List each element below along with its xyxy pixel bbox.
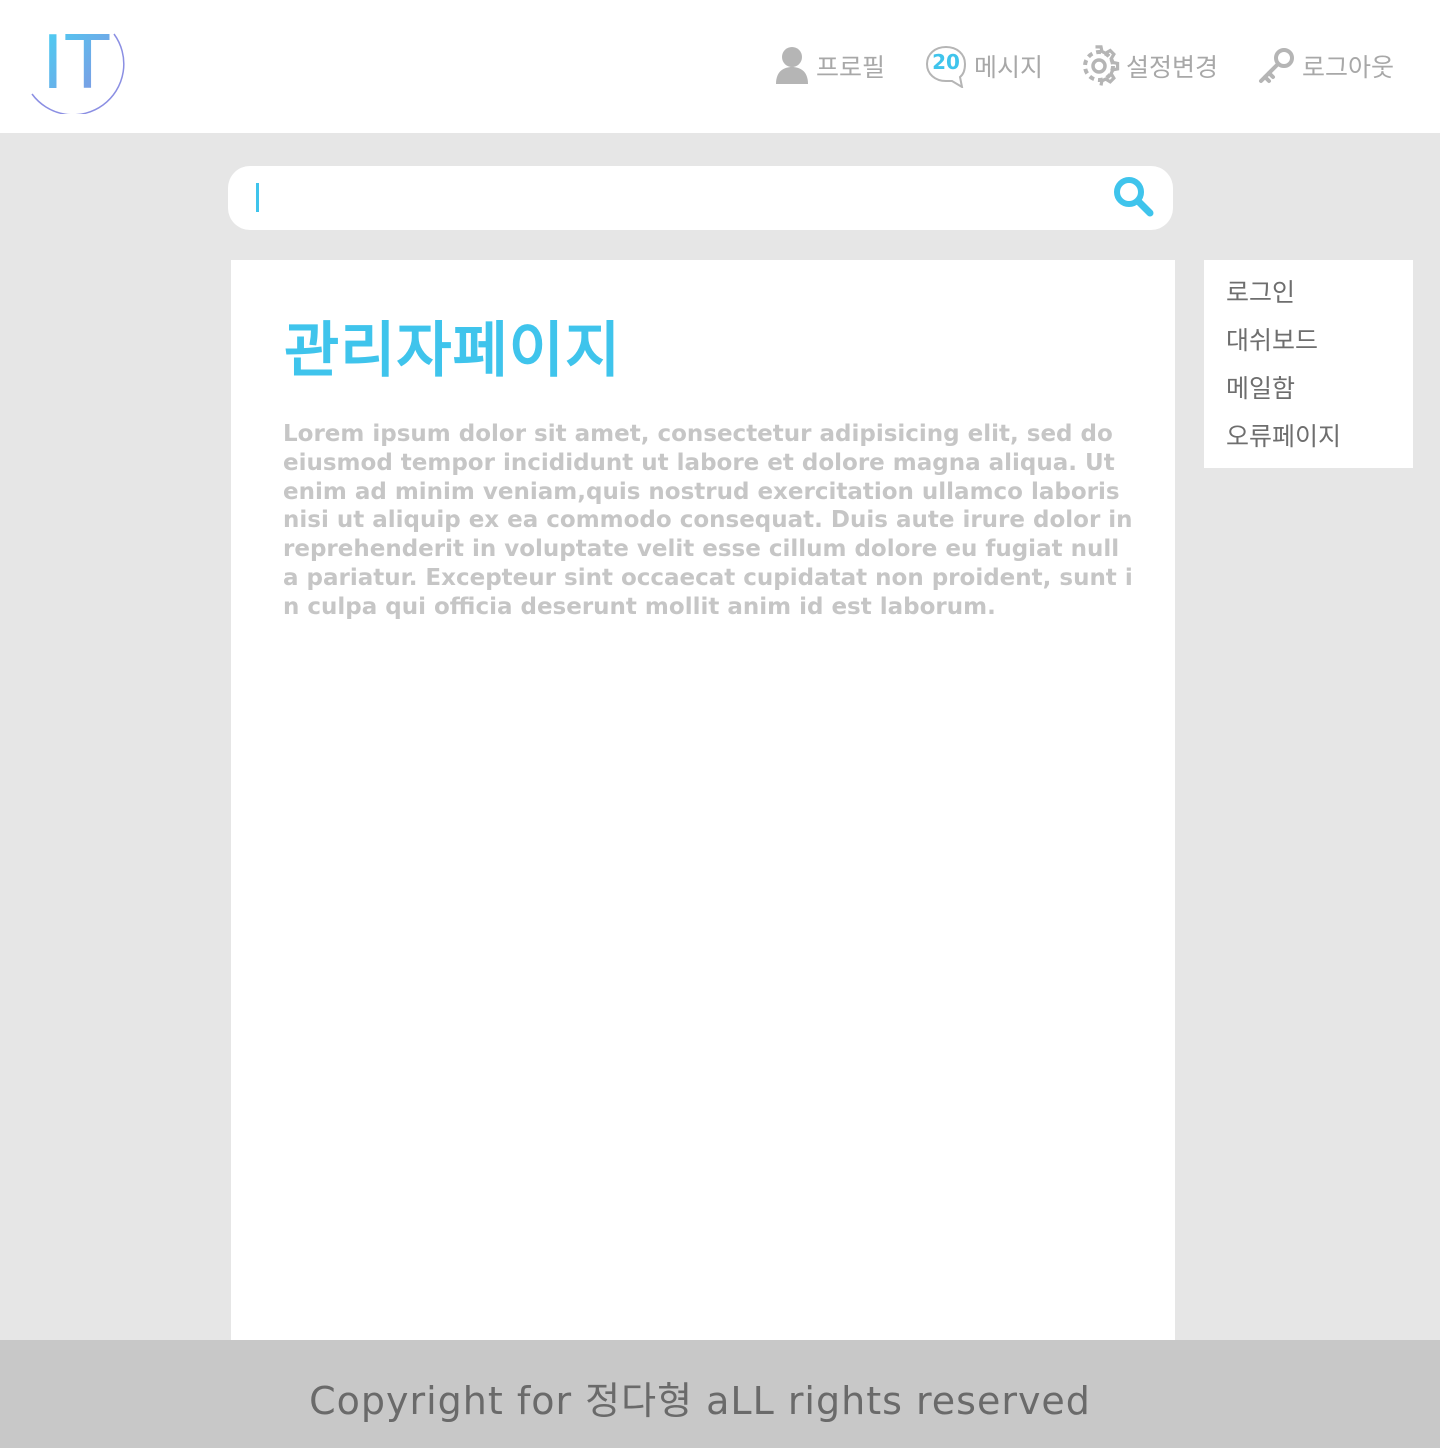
side-menu-dashboard[interactable]: 대쉬보드 [1204,324,1413,372]
nav-logout-label: 로그아웃 [1302,53,1395,82]
search-button[interactable] [1110,175,1156,221]
nav-profile[interactable]: 프로필 [774,40,885,92]
content-card: 관리자페이지 Lorem ipsum dolor sit amet, conse… [231,260,1175,1340]
side-menu-mailbox[interactable]: 메일함 [1204,372,1413,420]
nav-logout[interactable]: 로그아웃 [1256,40,1394,92]
search-input[interactable] [250,176,1110,220]
side-menu-login[interactable]: 로그인 [1204,276,1413,324]
nav-settings[interactable]: 설정변경 [1078,40,1218,92]
page-title: 관리자페이지 [284,316,622,386]
key-icon [1256,46,1296,86]
top-header: IT 프로필 20 메시지 설정변경 로그아웃 [0,0,1440,133]
logo-text: IT [42,18,111,105]
nav-message-label: 메시지 [974,53,1044,82]
copyright-text: Copyright for 정다형 aLL rights reserved [309,1379,1091,1423]
search-bar [228,166,1173,230]
person-icon [774,46,810,86]
body-text: Lorem ipsum dolor sit amet, consectetur … [283,421,1133,620]
side-menu-error-page[interactable]: 오류페이지 [1204,420,1413,468]
nav-profile-label: 프로필 [816,53,886,82]
side-menu: 로그인 대쉬보드 메일함 오류페이지 [1204,260,1413,468]
gear-icon [1078,45,1120,87]
footer: Copyright for 정다형 aLL rights reserved [0,1340,1440,1448]
magnifier-icon [1112,175,1154,221]
speech-bubble-icon: 20 [924,44,968,88]
nav-settings-label: 설정변경 [1126,53,1219,82]
message-count-badge: 20 [932,50,960,74]
it-logo[interactable]: IT [28,17,128,116]
text-cursor [256,183,259,212]
nav-message[interactable]: 20 메시지 [924,40,1043,92]
